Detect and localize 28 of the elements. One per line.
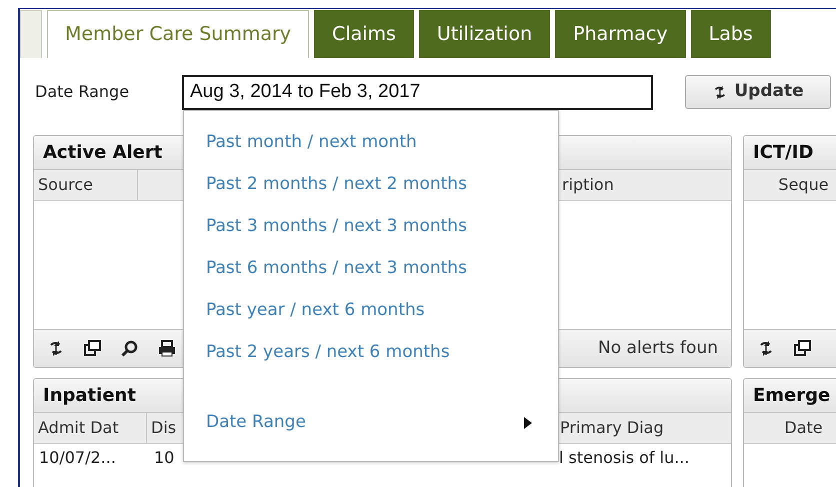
- panel-title: ICT/ID: [744, 136, 836, 170]
- menu-item[interactable]: Past 2 years / next 6 months: [184, 332, 558, 374]
- tab[interactable]: Pharmacy: [555, 10, 686, 58]
- table-cell-text: l stenosis of lu...: [558, 447, 690, 469]
- panel-title: Emerge: [744, 379, 836, 413]
- submenu-arrow-icon: [524, 417, 532, 429]
- column-header[interactable]: Seque: [744, 170, 836, 200]
- date-range-label: Date Range: [35, 81, 130, 103]
- tab[interactable]: Utilization: [418, 10, 550, 58]
- column-header[interactable]: Date: [744, 413, 836, 443]
- printer-icon[interactable]: [158, 340, 175, 357]
- update-button[interactable]: Update: [685, 75, 831, 109]
- date-range-field[interactable]: Aug 3, 2014 to Feb 3, 2017: [182, 74, 653, 110]
- menu-item[interactable]: Past 3 months / next 3 months: [184, 206, 558, 248]
- column-header[interactable]: Source: [34, 170, 138, 200]
- tab[interactable]: Labs: [690, 10, 771, 58]
- search-icon[interactable]: [121, 340, 138, 357]
- window-icon[interactable]: [794, 340, 811, 357]
- menu-item[interactable]: Past year / next 6 months: [184, 290, 558, 332]
- refresh-icon: [712, 84, 728, 100]
- tab[interactable]: Member Care Summary: [47, 10, 310, 58]
- table-cell-text: 10/07/2...: [38, 447, 117, 469]
- column-header[interactable]: Admit Dat: [34, 413, 147, 443]
- menu-item[interactable]: Past 6 months / next 3 months: [184, 248, 558, 290]
- window-icon[interactable]: [84, 340, 101, 357]
- tab[interactable]: Claims: [314, 10, 414, 58]
- table-cell-text: 10: [153, 447, 176, 469]
- status-text: No alerts foun: [598, 336, 718, 360]
